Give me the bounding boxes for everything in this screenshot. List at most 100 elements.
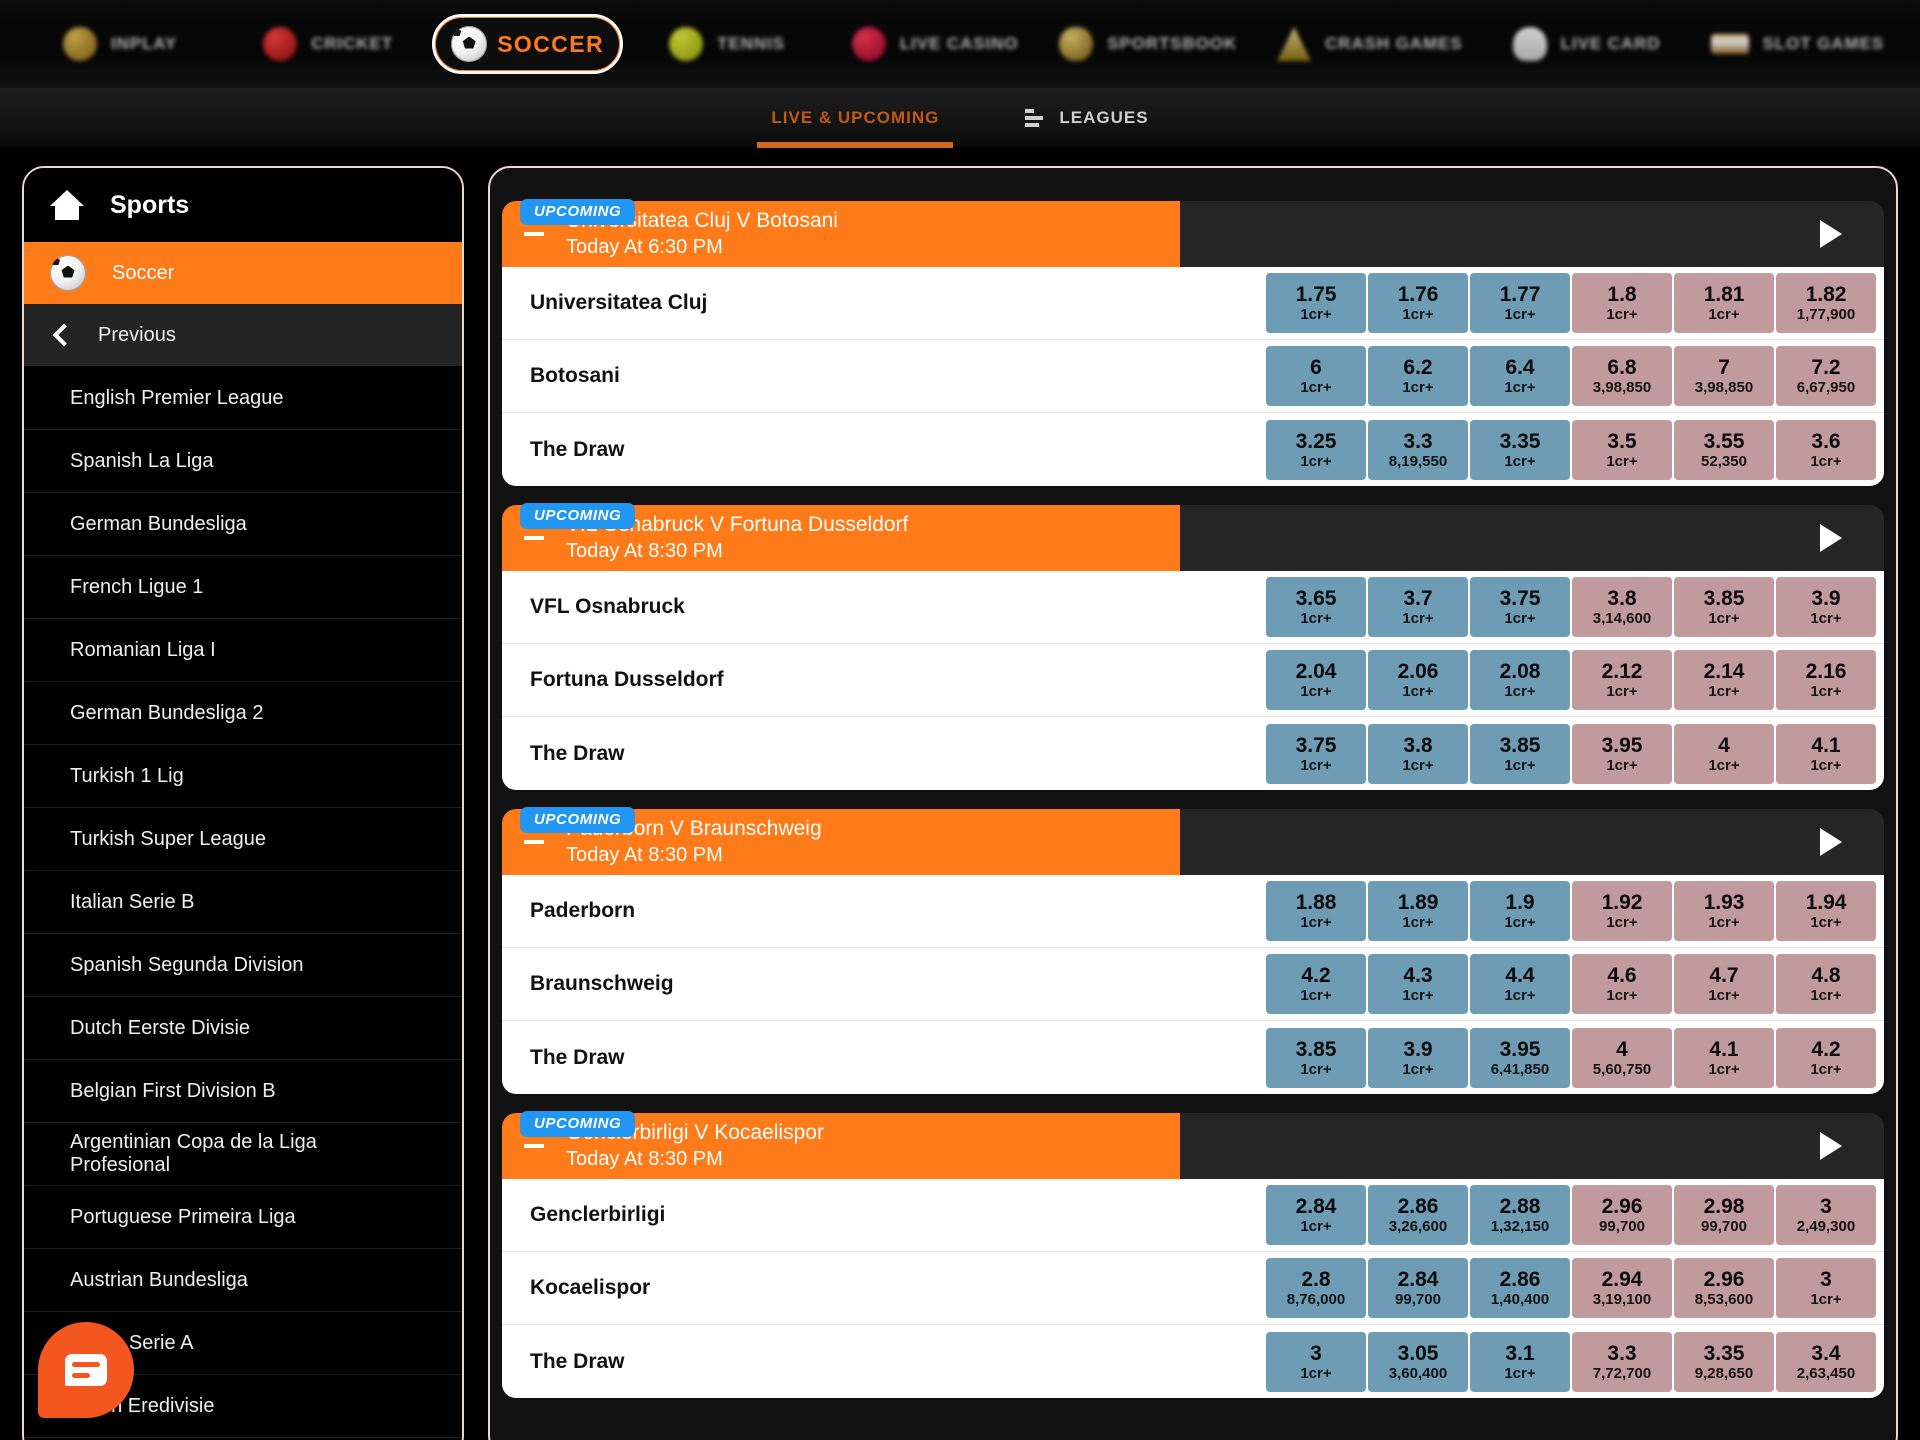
sidebar-league-item[interactable]: French Ligue 1 [24, 556, 462, 619]
nav-item-live-casino[interactable]: LIVE CASINO [831, 17, 1039, 71]
play-icon[interactable] [1820, 524, 1842, 552]
lay-odds-cell[interactable]: 1.81 1cr+ [1674, 273, 1774, 333]
nav-item-soccer[interactable]: SOCCER [432, 14, 623, 74]
lay-odds-cell[interactable]: 4 1cr+ [1674, 723, 1774, 784]
tab-live-upcoming[interactable]: LIVE & UPCOMING [757, 88, 954, 148]
lay-odds-cell[interactable]: 2.96 8,53,600 [1674, 1258, 1774, 1318]
lay-odds-cell[interactable]: 4.1 1cr+ [1674, 1027, 1774, 1088]
back-odds-cell[interactable]: 3.7 1cr+ [1368, 577, 1468, 637]
back-odds-cell[interactable]: 3 1cr+ [1266, 1331, 1366, 1392]
back-odds-cell[interactable]: 2.06 1cr+ [1368, 650, 1468, 710]
lay-odds-cell[interactable]: 4.6 1cr+ [1572, 954, 1672, 1014]
sidebar-league-item[interactable]: Portuguese Primeira Liga [24, 1186, 462, 1249]
back-odds-cell[interactable]: 2.86 1,40,400 [1470, 1258, 1570, 1318]
back-odds-cell[interactable]: 3.75 1cr+ [1470, 577, 1570, 637]
back-odds-cell[interactable]: 6 1cr+ [1266, 346, 1366, 406]
back-odds-cell[interactable]: 1.88 1cr+ [1266, 881, 1366, 941]
sidebar-league-item[interactable]: English Premier League [24, 367, 462, 430]
play-icon[interactable] [1820, 1132, 1842, 1160]
lay-odds-cell[interactable]: 3.85 1cr+ [1674, 577, 1774, 637]
sidebar-previous-button[interactable]: Previous [24, 304, 462, 367]
back-odds-cell[interactable]: 4.4 1cr+ [1470, 954, 1570, 1014]
back-odds-cell[interactable]: 4.3 1cr+ [1368, 954, 1468, 1014]
lay-odds-cell[interactable]: 4.1 1cr+ [1776, 723, 1876, 784]
nav-item-sportsbook[interactable]: SPORTSBOOK [1039, 17, 1257, 71]
lay-odds-cell[interactable]: 3 2,49,300 [1776, 1185, 1876, 1245]
sidebar-league-item[interactable]: Argentinian Copa de la Liga Profesional [24, 1123, 462, 1186]
back-odds-cell[interactable]: 3.65 1cr+ [1266, 577, 1366, 637]
lay-odds-cell[interactable]: 2.16 1cr+ [1776, 650, 1876, 710]
sidebar-league-item[interactable]: Italian Serie B [24, 871, 462, 934]
sidebar-league-item[interactable]: Romanian Liga I [24, 619, 462, 682]
back-odds-cell[interactable]: 3.25 1cr+ [1266, 419, 1366, 480]
nav-item-cricket[interactable]: CRICKET [224, 17, 432, 71]
back-odds-cell[interactable]: 3.3 8,19,550 [1368, 419, 1468, 480]
sidebar-item-soccer[interactable]: Soccer [24, 242, 462, 304]
lay-odds-cell[interactable]: 4.7 1cr+ [1674, 954, 1774, 1014]
play-icon[interactable] [1820, 828, 1842, 856]
nav-item-tennis[interactable]: TENNIS [623, 17, 831, 71]
lay-odds-cell[interactable]: 7 3,98,850 [1674, 346, 1774, 406]
lay-odds-cell[interactable]: 2.96 99,700 [1572, 1185, 1672, 1245]
lay-odds-cell[interactable]: 1.94 1cr+ [1776, 881, 1876, 941]
sidebar-league-item[interactable]: Belgian First Division B [24, 1060, 462, 1123]
lay-odds-cell[interactable]: 3.8 3,14,600 [1572, 577, 1672, 637]
back-odds-cell[interactable]: 6.4 1cr+ [1470, 346, 1570, 406]
chat-widget-button[interactable] [38, 1322, 134, 1418]
lay-odds-cell[interactable]: 3.55 52,350 [1674, 419, 1774, 480]
lay-odds-cell[interactable]: 3.95 1cr+ [1572, 723, 1672, 784]
lay-odds-cell[interactable]: 1.93 1cr+ [1674, 881, 1774, 941]
lay-odds-cell[interactable]: 1.8 1cr+ [1572, 273, 1672, 333]
back-odds-cell[interactable]: 2.08 1cr+ [1470, 650, 1570, 710]
sidebar-league-item[interactable]: Turkish 1 Lig [24, 745, 462, 808]
lay-odds-cell[interactable]: 3.4 2,63,450 [1776, 1331, 1876, 1392]
sidebar-league-item[interactable]: German Bundesliga [24, 493, 462, 556]
lay-odds-cell[interactable]: 2.12 1cr+ [1572, 650, 1672, 710]
back-odds-cell[interactable]: 3.1 1cr+ [1470, 1331, 1570, 1392]
back-odds-cell[interactable]: 1.9 1cr+ [1470, 881, 1570, 941]
back-odds-cell[interactable]: 2.04 1cr+ [1266, 650, 1366, 710]
lay-odds-cell[interactable]: 3.6 1cr+ [1776, 419, 1876, 480]
lay-odds-cell[interactable]: 3 1cr+ [1776, 1258, 1876, 1318]
sidebar-league-item[interactable]: Turkish Super League [24, 808, 462, 871]
back-odds-cell[interactable]: 3.05 3,60,400 [1368, 1331, 1468, 1392]
sidebar-league-item[interactable]: Spanish Segunda Division [24, 934, 462, 997]
back-odds-cell[interactable]: 3.85 1cr+ [1266, 1027, 1366, 1088]
back-odds-cell[interactable]: 1.75 1cr+ [1266, 273, 1366, 333]
back-odds-cell[interactable]: 3.95 6,41,850 [1470, 1027, 1570, 1088]
play-icon[interactable] [1820, 220, 1842, 248]
back-odds-cell[interactable]: 2.8 8,76,000 [1266, 1258, 1366, 1318]
sidebar-league-item[interactable]: Austrian Bundesliga [24, 1249, 462, 1312]
back-odds-cell[interactable]: 2.84 99,700 [1368, 1258, 1468, 1318]
lay-odds-cell[interactable]: 3.3 7,72,700 [1572, 1331, 1672, 1392]
back-odds-cell[interactable]: 1.89 1cr+ [1368, 881, 1468, 941]
nav-item-live-card[interactable]: LIVE CARD [1483, 17, 1691, 71]
lay-odds-cell[interactable]: 1.92 1cr+ [1572, 881, 1672, 941]
back-odds-cell[interactable]: 1.76 1cr+ [1368, 273, 1468, 333]
back-odds-cell[interactable]: 2.84 1cr+ [1266, 1185, 1366, 1245]
nav-item-crash-games[interactable]: CRASH GAMES [1257, 17, 1482, 71]
tab-leagues[interactable]: LEAGUES [1011, 88, 1162, 148]
lay-odds-cell[interactable]: 7.2 6,67,950 [1776, 346, 1876, 406]
lay-odds-cell[interactable]: 6.8 3,98,850 [1572, 346, 1672, 406]
nav-item-inplay[interactable]: INPLAY [16, 17, 224, 71]
back-odds-cell[interactable]: 6.2 1cr+ [1368, 346, 1468, 406]
lay-odds-cell[interactable]: 1.82 1,77,900 [1776, 273, 1876, 333]
lay-odds-cell[interactable]: 2.14 1cr+ [1674, 650, 1774, 710]
back-odds-cell[interactable]: 4.2 1cr+ [1266, 954, 1366, 1014]
back-odds-cell[interactable]: 3.75 1cr+ [1266, 723, 1366, 784]
sidebar-league-item[interactable]: Dutch Eerste Divisie [24, 997, 462, 1060]
lay-odds-cell[interactable]: 3.35 9,28,650 [1674, 1331, 1774, 1392]
lay-odds-cell[interactable]: 4.2 1cr+ [1776, 1027, 1876, 1088]
lay-odds-cell[interactable]: 4.8 1cr+ [1776, 954, 1876, 1014]
lay-odds-cell[interactable]: 4 5,60,750 [1572, 1027, 1672, 1088]
lay-odds-cell[interactable]: 2.94 3,19,100 [1572, 1258, 1672, 1318]
lay-odds-cell[interactable]: 3.5 1cr+ [1572, 419, 1672, 480]
back-odds-cell[interactable]: 2.88 1,32,150 [1470, 1185, 1570, 1245]
back-odds-cell[interactable]: 3.85 1cr+ [1470, 723, 1570, 784]
nav-item-slot-games[interactable]: SLOT GAMES [1691, 24, 1904, 64]
sidebar-league-item[interactable]: Spanish La Liga [24, 430, 462, 493]
back-odds-cell[interactable]: 1.77 1cr+ [1470, 273, 1570, 333]
back-odds-cell[interactable]: 3.35 1cr+ [1470, 419, 1570, 480]
back-odds-cell[interactable]: 2.86 3,26,600 [1368, 1185, 1468, 1245]
